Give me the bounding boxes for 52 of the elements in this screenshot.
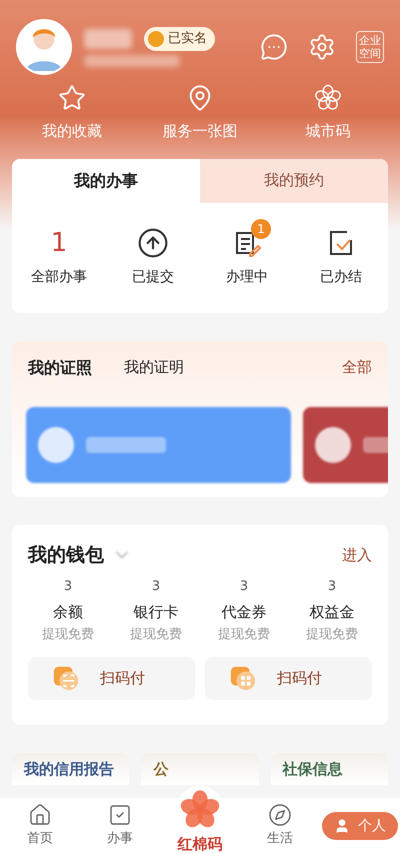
compass-icon	[268, 803, 292, 828]
count-badge: 1	[251, 219, 271, 239]
nav-tab[interactable]: 生活	[240, 803, 320, 849]
center-tab[interactable]: 红棉码	[160, 786, 240, 854]
card-icon	[315, 426, 351, 462]
wallet-label[interactable]: 权益金	[310, 600, 354, 623]
grid-icon	[229, 664, 257, 692]
flower-icon	[314, 84, 342, 112]
certificate-card[interactable]	[26, 406, 291, 482]
count-text: 1	[50, 227, 68, 259]
nav-tab[interactable]: 首页	[0, 803, 80, 849]
scan-icon	[52, 664, 80, 692]
nav-tab[interactable]: 办事	[80, 803, 160, 849]
wallet-value: 3	[328, 578, 336, 596]
affair-item[interactable]: 1 办理中	[200, 220, 294, 296]
tab[interactable]: 我的预约	[200, 158, 388, 202]
wallet-title: 我的钱包	[28, 542, 104, 568]
wallet-label[interactable]: 余额	[53, 600, 83, 623]
service-title: 公	[153, 760, 168, 778]
star-icon	[58, 84, 86, 112]
service-title: 我的信用报告	[24, 760, 114, 778]
person-icon	[334, 818, 350, 834]
all-link[interactable]: 全部	[342, 356, 372, 379]
service-card[interactable]: 社保信息	[270, 752, 388, 784]
wallet-value: 3	[240, 578, 248, 596]
home-icon	[28, 803, 52, 828]
service-card[interactable]: 公	[141, 752, 259, 784]
wallet-note: 提现免费	[42, 626, 94, 644]
blurred-name	[84, 29, 132, 49]
wallet-value: 3	[64, 578, 72, 596]
tab[interactable]: 我的证明	[124, 356, 184, 379]
wallet-note: 提现免费	[306, 626, 358, 644]
card-icon	[38, 426, 74, 462]
affair-item[interactable]: 已提交	[106, 220, 200, 296]
verified-badge: 已实名	[144, 27, 215, 51]
wallet-label[interactable]: 银行卡	[134, 600, 178, 623]
affair-item[interactable]: 1 全部办事	[12, 220, 106, 296]
upload-icon	[137, 227, 169, 259]
task-icon	[108, 803, 132, 828]
enter-link[interactable]: 进入	[342, 544, 372, 566]
scan-pay-button[interactable]: 扫码付	[28, 656, 195, 700]
affair-item[interactable]: 已办结	[294, 220, 388, 296]
settings-icon[interactable]	[308, 33, 336, 61]
wallet-label[interactable]: 代金券	[222, 600, 266, 623]
tab[interactable]: 我的证照	[28, 356, 92, 380]
scan-pay-button[interactable]: 扫码付	[205, 656, 372, 700]
wallet-note: 提现免费	[130, 626, 182, 644]
service-title: 社保信息	[282, 760, 343, 778]
service-card[interactable]: 我的信用报告	[12, 752, 130, 784]
chat-icon[interactable]	[260, 33, 288, 61]
wallet-value: 3	[152, 578, 160, 596]
wallet-note: 提现免费	[218, 626, 270, 644]
